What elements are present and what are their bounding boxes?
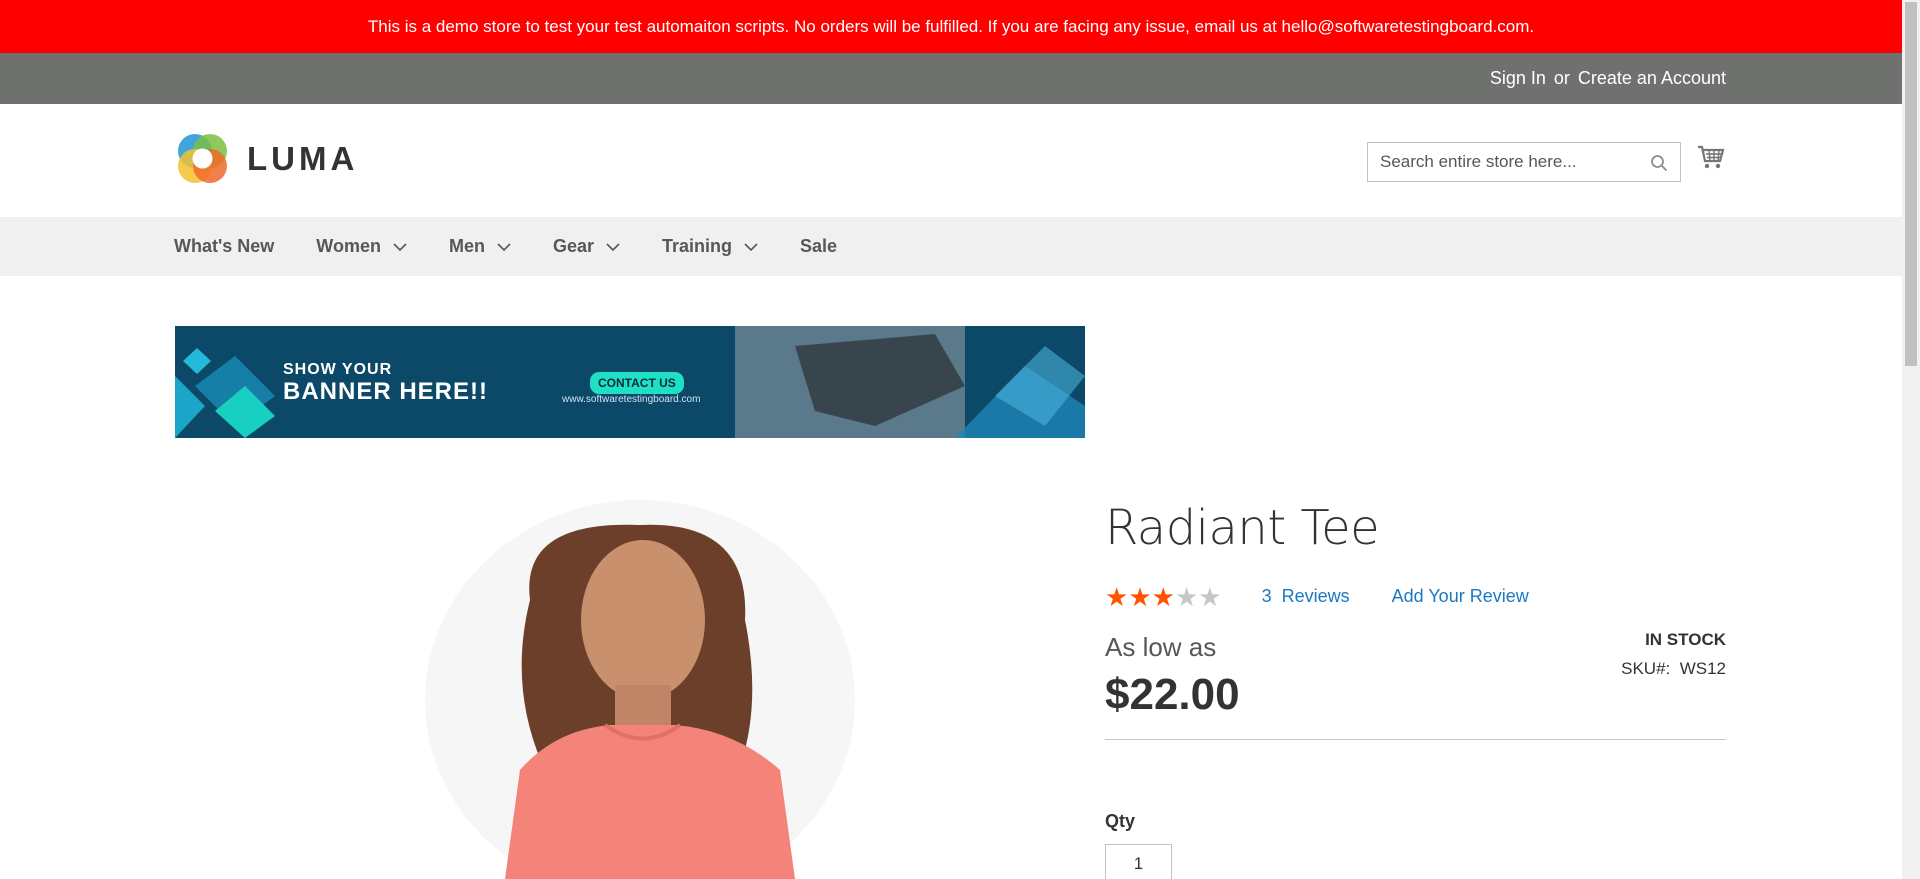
nav-item-whats-new[interactable]: What's New	[174, 236, 274, 257]
divider	[1105, 739, 1726, 740]
chevron-down-icon	[497, 236, 511, 257]
nav-item-gear[interactable]: Gear	[553, 236, 620, 257]
cart-icon[interactable]	[1697, 144, 1725, 175]
banner-url: www.softwaretestingboard.com	[562, 394, 701, 405]
create-account-link[interactable]: Create an Account	[1578, 68, 1726, 88]
nav-item-label: Men	[448, 236, 485, 256]
product-info: Radiant Tee ★ ★ ★ ★ ★ 3 Reviews Add Your Rev…	[1105, 500, 1726, 879]
reviews-link[interactable]: 3 Reviews	[1262, 586, 1350, 607]
product-price: $22.00	[1105, 670, 1240, 719]
search-input[interactable]	[1368, 143, 1638, 181]
luma-logo-icon	[175, 131, 230, 186]
sign-in-link[interactable]: Sign In	[1490, 68, 1546, 88]
promo-banner[interactable]: SHOW YOUR BANNER HERE!! CONTACT US www.s…	[175, 326, 1085, 438]
chevron-down-icon	[606, 236, 620, 257]
product-image[interactable]	[175, 490, 1085, 879]
nav-item-men[interactable]: Men	[449, 236, 511, 257]
chevron-down-icon	[393, 236, 407, 257]
star-icon: ★	[1198, 581, 1222, 612]
nav-item-sale[interactable]: Sale	[800, 236, 837, 257]
product-photo	[175, 490, 1085, 879]
nav-item-label: Women	[316, 236, 381, 256]
demo-notice-bar: This is a demo store to test your test a…	[0, 0, 1902, 53]
or-separator: or	[1553, 68, 1570, 88]
search-icon[interactable]	[1650, 154, 1668, 177]
sku-label: SKU#:	[1621, 659, 1671, 678]
qty-label: Qty	[1105, 811, 1136, 831]
logo-text: LUMA	[247, 139, 359, 177]
nav-item-training[interactable]: Training	[662, 236, 758, 257]
nav-item-label: What's New	[174, 236, 275, 256]
product-sku: SKU#: WS12	[1621, 659, 1726, 679]
stock-status: IN STOCK	[1645, 630, 1726, 649]
star-icon: ★	[1128, 581, 1152, 612]
star-icon: ★	[1174, 581, 1199, 612]
nav-item-label: Training	[662, 236, 733, 256]
luma-logo[interactable]: LUMA	[175, 131, 358, 186]
banner-line-1: SHOW YOUR	[283, 361, 393, 378]
banner-contact-button[interactable]: CONTACT US	[590, 372, 684, 394]
header-top-links: Sign In or Create an Account	[0, 53, 1902, 104]
main-navigation: What's New Women Men Gear Training Sale	[0, 217, 1902, 276]
page-header: LUMA	[0, 104, 1902, 217]
rating-summary: ★ ★ ★ ★ ★ 3 Reviews Add Your Review	[1105, 581, 1571, 612]
sku-value: WS12	[1679, 659, 1726, 678]
add-review-link[interactable]: Add Your Review	[1392, 586, 1529, 607]
demo-notice-text: This is a demo store to test your test a…	[367, 17, 1535, 36]
star-icon: ★	[1105, 581, 1129, 612]
rating-stars: ★ ★ ★ ★ ★	[1105, 581, 1222, 612]
product-title: Radiant Tee	[1105, 500, 1380, 556]
banner-line-2: BANNER HERE!!	[283, 378, 488, 405]
page-scrollbar[interactable]	[1902, 0, 1920, 879]
chevron-down-icon	[744, 236, 758, 257]
qty-input[interactable]	[1105, 844, 1172, 879]
nav-item-women[interactable]: Women	[316, 236, 407, 257]
scrollbar-thumb[interactable]	[1905, 2, 1917, 366]
search-box	[1367, 142, 1681, 182]
nav-item-label: Gear	[552, 236, 594, 256]
price-prefix: As low as	[1105, 632, 1217, 662]
star-icon: ★	[1151, 581, 1175, 612]
nav-item-label: Sale	[800, 236, 838, 256]
reviews-count: 3	[1261, 586, 1272, 606]
reviews-label: Reviews	[1281, 586, 1350, 606]
